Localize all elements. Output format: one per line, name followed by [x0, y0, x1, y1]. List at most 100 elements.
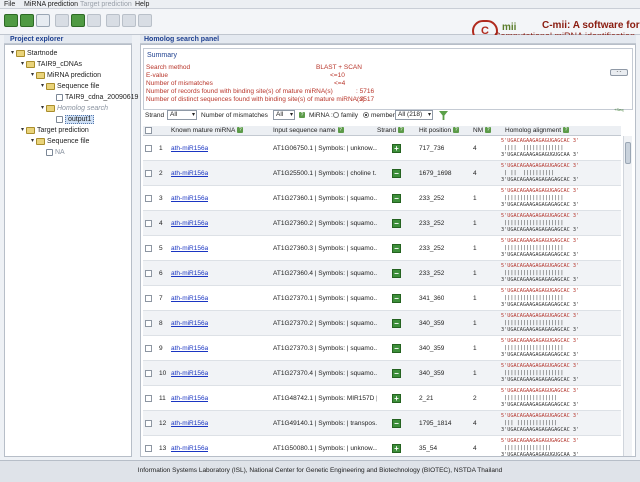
expand-icon[interactable]: ▾: [9, 50, 16, 57]
tool-icon-1[interactable]: [106, 14, 120, 27]
family-radio[interactable]: [333, 112, 339, 118]
mirna-link[interactable]: ath-miR156a: [171, 136, 208, 161]
row-checkbox[interactable]: [145, 245, 152, 252]
row-checkbox[interactable]: [145, 445, 152, 452]
table-row[interactable]: 5 ath-miR156a AT1G27360.3 | Symbols: | squ…: [143, 236, 621, 261]
row-checkbox[interactable]: [145, 270, 152, 277]
expand-icon[interactable]: ▾: [19, 127, 26, 134]
mirna-link[interactable]: ath-miR156a: [171, 411, 208, 436]
menu-mirna-prediction[interactable]: MiRNA prediction: [24, 0, 78, 9]
row-checkbox[interactable]: [145, 145, 152, 152]
mirna-link[interactable]: ath-miR156a: [171, 186, 208, 211]
table-row[interactable]: 1 ath-miR156a AT1G06750.1 | Symbols: | unk…: [143, 136, 621, 161]
save-icon[interactable]: [36, 14, 50, 27]
mirna-link[interactable]: ath-miR156a: [171, 261, 208, 286]
tree-item[interactable]: ▾ Sequence file: [39, 82, 99, 91]
menu-help[interactable]: Help: [135, 0, 149, 9]
expand-icon[interactable]: [49, 94, 56, 101]
member-radio[interactable]: [363, 112, 369, 118]
tree-item[interactable]: ▾ Homolog search: [39, 104, 108, 113]
open-project-icon[interactable]: [20, 14, 34, 27]
summary-toggle-button[interactable]: - -: [610, 69, 628, 76]
col-strand[interactable]: Strand?: [377, 126, 405, 136]
col-homolog-alignment[interactable]: Homolog alignment?: [505, 126, 570, 136]
tree-item[interactable]: TAIR9_cdna_20090619: [49, 93, 138, 102]
row-checkbox[interactable]: [145, 220, 152, 227]
tree-item[interactable]: ▾ Startnode: [9, 49, 57, 58]
expand-icon[interactable]: [39, 149, 46, 156]
row-checkbox[interactable]: [145, 170, 152, 177]
expand-icon[interactable]: ▾: [39, 83, 46, 90]
tree-item[interactable]: output1: [49, 115, 95, 124]
mirna-link[interactable]: ath-miR156a: [171, 161, 208, 186]
help-icon[interactable]: ?: [337, 127, 344, 134]
tree-item[interactable]: ▾ TAIR9_cDNAs: [19, 60, 82, 69]
table-row[interactable]: 2 ath-miR156a AT1G25500.1 | Symbols: | cho…: [143, 161, 621, 186]
member-select[interactable]: All (218): [395, 110, 433, 120]
mirna-link[interactable]: ath-miR156a: [171, 311, 208, 336]
row-checkbox[interactable]: [145, 195, 152, 202]
row-checkbox[interactable]: [145, 320, 152, 327]
table-row[interactable]: 10 ath-miR156a AT1G27370.4 | Symbols: | sq…: [143, 361, 621, 386]
row-checkbox[interactable]: [145, 345, 152, 352]
tree-item[interactable]: ▾ Sequence file: [29, 137, 89, 146]
table-row[interactable]: 7 ath-miR156a AT1G27370.1 | Symbols: | squ…: [143, 286, 621, 311]
mirna-link[interactable]: ath-miR156a: [171, 211, 208, 236]
col-nm[interactable]: NM?: [473, 126, 492, 136]
tool-icon-3[interactable]: [138, 14, 152, 27]
mirna-link[interactable]: ath-miR156a: [171, 236, 208, 261]
help-icon[interactable]: ?: [237, 127, 244, 134]
mirna-link[interactable]: ath-miR156a: [171, 286, 208, 311]
new-project-icon[interactable]: [4, 14, 18, 27]
table-row[interactable]: 12 ath-miR156a AT1G49140.1 | Symbols: | tr…: [143, 411, 621, 436]
row-checkbox[interactable]: [145, 395, 152, 402]
table-row[interactable]: 8 ath-miR156a AT1G27370.2 | Symbols: | squ…: [143, 311, 621, 336]
menu-file[interactable]: File: [4, 0, 15, 9]
row-checkbox[interactable]: [145, 370, 152, 377]
filter-icon[interactable]: [439, 111, 448, 120]
mirna-link[interactable]: ath-miR156a: [171, 361, 208, 386]
menu-target-prediction[interactable]: Target prediction: [80, 0, 132, 9]
col-hit-position[interactable]: Hit position?: [419, 126, 460, 136]
col-input-sequence-name[interactable]: Input sequence name?: [273, 126, 344, 136]
expand-icon[interactable]: ▾: [19, 61, 26, 68]
mirna-link[interactable]: ath-miR156a: [171, 336, 208, 361]
tree-item[interactable]: ▾ Target prediction: [19, 126, 89, 135]
strand-filter-select[interactable]: All: [167, 110, 197, 120]
help-icon[interactable]: ?: [485, 127, 492, 134]
table-row[interactable]: 4 ath-miR156a AT1G27360.2 | Symbols: | squ…: [143, 211, 621, 236]
tree-item[interactable]: NA: [39, 148, 65, 157]
mirna-link[interactable]: ath-miR156a: [171, 436, 208, 456]
mismatch-filter-select[interactable]: All: [273, 110, 295, 120]
expand-icon[interactable]: ▾: [39, 105, 46, 112]
vertical-scrollbar[interactable]: [623, 136, 632, 456]
row-checkbox[interactable]: [145, 295, 152, 302]
table-row[interactable]: 6 ath-miR156a AT1G27360.4 | Symbols: | squ…: [143, 261, 621, 286]
col-known-mature-mirna[interactable]: Known mature miRNA?: [171, 126, 244, 136]
alignment-mirna: 5'UGACAGAAGAGAGUGAGCAC 3': [501, 238, 580, 244]
tool-icon-2[interactable]: [122, 14, 136, 27]
target-prediction-icon[interactable]: [87, 14, 101, 27]
mirna-link[interactable]: ath-miR156a: [171, 386, 208, 411]
hit-position: 233_252: [419, 270, 445, 277]
table-row[interactable]: 13 ath-miR156a AT1G50080.1 | Symbols: | un…: [143, 436, 621, 456]
expand-icon[interactable]: ▾: [29, 138, 36, 145]
homolog-search-icon[interactable]: [71, 14, 85, 27]
help-icon[interactable]: ?: [563, 127, 570, 134]
select-all-checkbox[interactable]: [145, 127, 152, 134]
table-row[interactable]: 3 ath-miR156a AT1G27360.1 | Symbols: | squ…: [143, 186, 621, 211]
scrollbar-thumb[interactable]: [625, 142, 631, 164]
tree-item[interactable]: ▾ MiRNA prediction: [29, 71, 101, 80]
expand-icon[interactable]: ▾: [29, 72, 36, 79]
mirna-prediction-icon[interactable]: [55, 14, 69, 27]
expand-icon[interactable]: [49, 116, 56, 123]
hit-position: 233_252: [419, 220, 445, 227]
help-icon[interactable]: ?: [398, 127, 405, 134]
row-checkbox[interactable]: [145, 420, 152, 427]
col-label: Homolog alignment: [505, 127, 562, 134]
table-row[interactable]: 11 ath-miR156a AT1G48742.1 | Symbols: MIR1…: [143, 386, 621, 411]
help-icon[interactable]: ?: [299, 112, 305, 118]
table-row[interactable]: 9 ath-miR156a AT1G27370.3 | Symbols: | squ…: [143, 336, 621, 361]
alignment-mirna: 5'UGACAGAAGAGAGUGAGCAC 3': [501, 413, 580, 419]
help-icon[interactable]: ?: [453, 127, 460, 134]
